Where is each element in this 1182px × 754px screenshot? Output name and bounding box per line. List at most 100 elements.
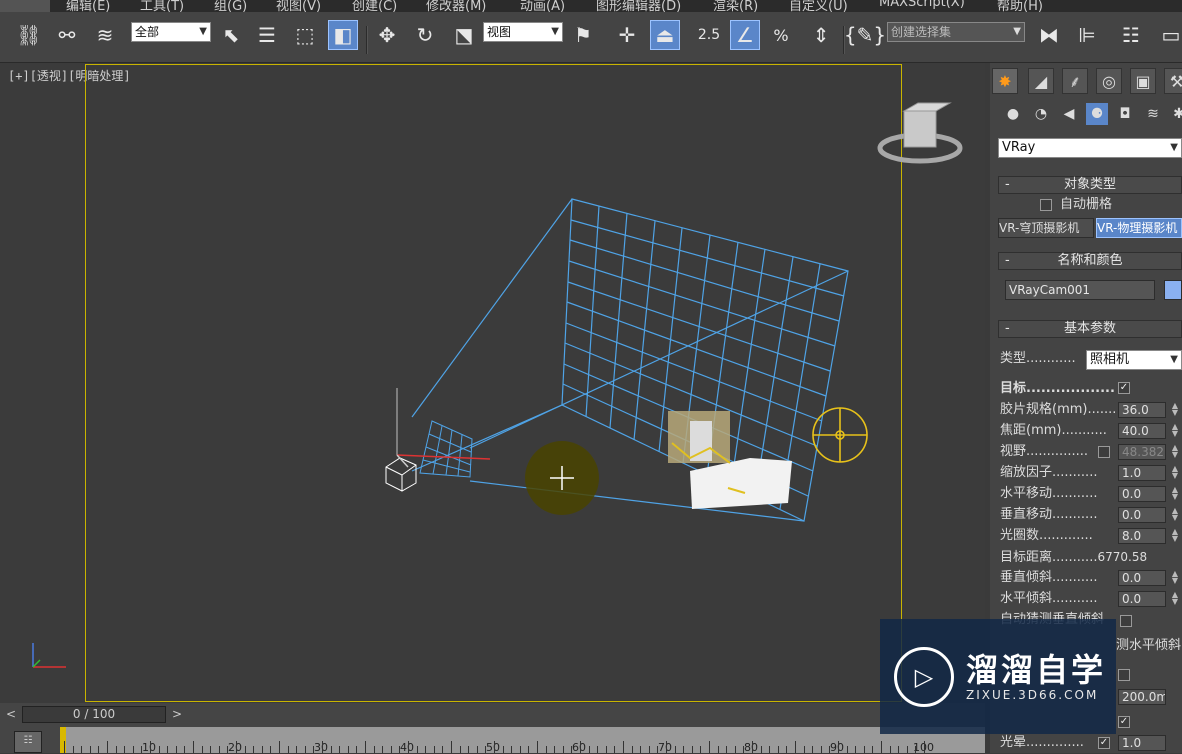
menu-animation[interactable]: 动画(A) [520,0,565,12]
track-bar-toggle-icon[interactable]: ☷ [14,731,42,753]
select-move-icon[interactable]: ✥ [372,20,402,50]
f-number-input[interactable]: 8.0 [1118,528,1166,544]
vr-physical-camera-button[interactable]: VR-物理摄影机 [1096,218,1182,238]
unlink-icon[interactable]: ⚯ [52,20,82,50]
pivot-center-icon[interactable]: ⚑ [568,20,598,50]
horizontal-shift-spinner[interactable]: ▲ ▼ [1170,486,1180,502]
window-crossing-icon[interactable]: ◧ [328,20,358,50]
rectangular-selection-icon[interactable]: ⬚ [290,20,320,50]
autogrid-checkbox[interactable] [1040,199,1052,211]
menu-edit[interactable]: 编辑(E) [66,0,110,12]
horizontal-shift-input[interactable]: 0.0 [1118,486,1166,502]
vray-camera-object[interactable] [385,457,417,492]
vignette-checkbox[interactable]: ✓ [1098,737,1110,749]
track-bar-ruler[interactable]: 10 20 30 40 50 60 70 80 90 100 [60,727,985,754]
time-slider-next-button[interactable]: > [168,706,186,723]
horizontal-tilt-spinner[interactable]: ▲ ▼ [1170,591,1180,607]
target-checkbox[interactable]: ✓ [1118,382,1130,394]
mirror-icon[interactable]: ⧓ [1034,20,1064,50]
film-gate-spinner[interactable]: ▲ ▼ [1170,402,1180,418]
menu-views[interactable]: 视图(V) [276,0,321,12]
object-name-input[interactable]: VRayCam001 [1005,280,1155,300]
f-number-spinner[interactable]: ▲ ▼ [1170,528,1180,544]
select-rotate-icon[interactable]: ↻ [410,20,440,50]
angle-snap-icon[interactable]: ∠ [730,20,760,50]
snaps-toggle-icon[interactable]: 2.5 [694,20,724,50]
select-scale-icon[interactable]: ⬔ [449,20,479,50]
select-object-icon[interactable]: ⬉ [216,20,246,50]
select-manipulate-icon[interactable]: ✛ [612,20,642,50]
focal-length-input[interactable]: 40.0 [1118,423,1166,439]
auto-guess-vertical-tilt-checkbox[interactable] [1120,615,1132,627]
perspective-viewport[interactable]: [+][透视][明暗处理] [0,63,985,703]
guess-horizontal-tilt-button[interactable]: 测水平倾斜 [1116,636,1182,656]
tab-utilities-icon[interactable]: ⚒ [1164,68,1182,94]
vertical-tilt-spinner[interactable]: ▲ ▼ [1170,570,1180,586]
fov-checkbox[interactable] [1098,446,1110,458]
shapes-icon[interactable]: ◔ [1030,103,1052,125]
basic-parameters-rollout-header[interactable]: - 基本参数 [998,320,1182,338]
time-slider[interactable]: 0 / 100 [22,706,166,723]
camera-category-dropdown[interactable]: VRay ▼ [998,138,1182,158]
tab-modify-icon[interactable]: ◢ [1028,68,1054,94]
current-frame-marker[interactable] [60,727,66,753]
viewcube-icon[interactable] [877,102,963,164]
menu-help[interactable]: 帮助(H) [997,0,1043,12]
vignette-input[interactable]: 1.0 [1118,735,1166,751]
edit-named-selection-icon[interactable]: {✎} [844,20,886,50]
tab-display-icon[interactable]: ▣ [1130,68,1156,94]
selection-filter-dropdown[interactable]: 全部 ▼ [131,22,211,42]
select-by-name-icon[interactable]: ☰ [252,20,282,50]
vertical-tilt-input[interactable]: 0.0 [1118,570,1166,586]
menu-maxscript[interactable]: MAXScript(X) [879,0,965,10]
menu-tools[interactable]: 工具(T) [140,0,184,12]
layer-manager-icon[interactable]: ☷ [1116,20,1146,50]
tab-create-icon[interactable]: ✸ [992,68,1018,94]
object-type-rollout-header[interactable]: - 对象类型 [998,176,1182,194]
transform-gizmo[interactable] [396,388,491,468]
focal-length-spinner[interactable]: ▲ ▼ [1170,423,1180,439]
vignette-enable-checkbox[interactable]: ✓ [1118,716,1130,728]
keyboard-shortcut-override-icon[interactable]: ⏏ [650,20,680,50]
spinner-snap-icon[interactable]: ⇕ [806,20,836,50]
graphite-toolbar-icon[interactable]: ▭ [1156,20,1182,50]
systems-icon[interactable]: ✱ [1168,103,1182,125]
space-warps-icon[interactable]: ≋ [1142,103,1164,125]
menu-rendering[interactable]: 渲染(R) [713,0,758,12]
menu-graph-editors[interactable]: 图形编辑器(D) [596,0,681,12]
menu-create[interactable]: 创建(C) [352,0,397,12]
name-color-rollout-header[interactable]: - 名称和颜色 [998,252,1182,270]
hidden-value-input[interactable]: 200.0m [1118,689,1166,705]
hidden-option-checkbox[interactable] [1118,669,1130,681]
zoom-factor-input[interactable]: 1.0 [1118,465,1166,481]
align-icon[interactable]: ⊫ [1072,20,1102,50]
app-menu-button[interactable] [0,0,50,12]
lights-icon[interactable]: ◀ [1058,103,1080,125]
menu-customize[interactable]: 自定义(U) [789,0,848,12]
camera-target[interactable] [812,407,868,463]
vr-dome-camera-button[interactable]: VR-穹顶摄影机 [998,218,1094,238]
fov-spinner[interactable]: ▲ ▼ [1170,444,1180,460]
named-selection-dropdown[interactable]: 创建选择集 ▼ [887,22,1025,42]
horizontal-tilt-input[interactable]: 0.0 [1118,591,1166,607]
cameras-icon[interactable]: ⚈ [1086,103,1108,125]
camera-type-dropdown[interactable]: 照相机 ▼ [1086,350,1182,370]
tab-hierarchy-icon[interactable]: ⸙ [1062,68,1088,94]
reference-coordinate-dropdown[interactable]: 视图 ▼ [483,22,563,42]
percent-snap-icon[interactable]: % [766,20,796,50]
geometry-icon[interactable]: ● [1002,103,1024,125]
helpers-icon[interactable]: ◘ [1114,103,1136,125]
bind-space-warp-icon[interactable]: ≋ [90,20,120,50]
time-slider-prev-button[interactable]: < [2,706,20,723]
menu-modifiers[interactable]: 修改器(M) [426,0,486,12]
vertical-shift-input[interactable]: 0.0 [1118,507,1166,523]
object-color-swatch[interactable] [1164,280,1182,300]
tab-motion-icon[interactable]: ◎ [1096,68,1122,94]
link-icon[interactable]: ⛓ [14,20,44,50]
scene-model[interactable] [668,411,792,509]
vertical-shift-spinner[interactable]: ▲ ▼ [1170,507,1180,523]
film-gate-input[interactable]: 36.0 [1118,402,1166,418]
zoom-factor-spinner[interactable]: ▲ ▼ [1170,465,1180,481]
menu-group[interactable]: 组(G) [214,0,247,12]
fov-input[interactable]: 48.382 [1118,444,1166,460]
